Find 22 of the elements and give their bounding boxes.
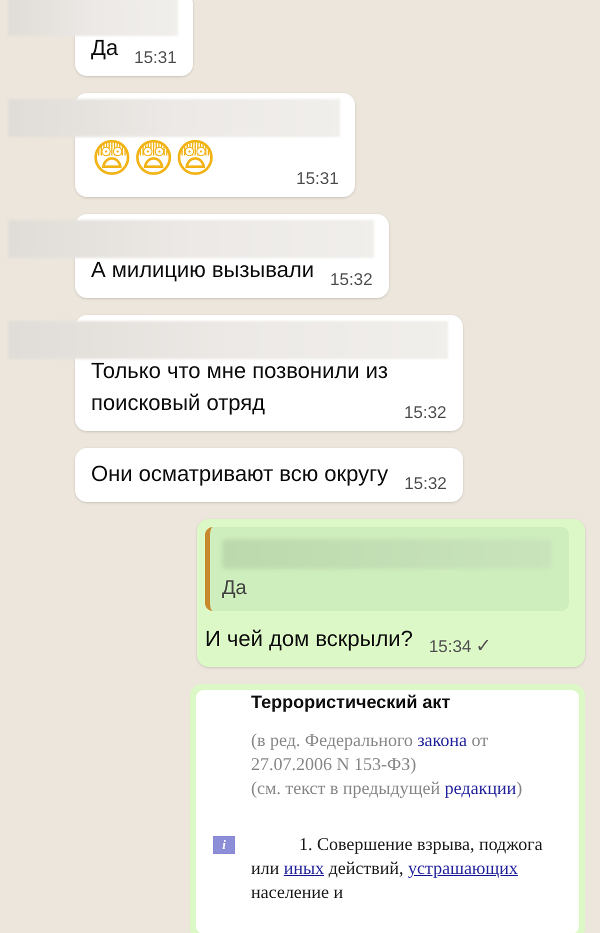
sent-check-icon: ✓ [475, 632, 492, 661]
message-time: 15:31 [296, 168, 339, 190]
document-paragraph: (см. текст в предыдущей редакции) [251, 777, 524, 800]
message-time: 15:32 [404, 402, 447, 424]
message-text: И чей дом вскрыли? [205, 625, 413, 653]
document-link[interactable]: редакции [444, 778, 516, 798]
document-link[interactable]: иных [284, 858, 324, 878]
message-text: А милицию вызывали [91, 256, 314, 284]
message-time: 15:32 [330, 268, 373, 290]
message-text: Они осматривают всю округу [91, 460, 388, 488]
message-text: Да [91, 34, 118, 62]
document-link[interactable]: закона [417, 730, 467, 750]
message-time: 15:32 [404, 472, 447, 494]
document-title: Террористический акт [251, 692, 452, 712]
message-time: 15:34 [428, 636, 472, 658]
message-time: 15:31 [134, 46, 177, 68]
message-text: 😨😨😨 [91, 135, 218, 184]
quoted-text: Да [222, 576, 248, 601]
document-link[interactable]: устрашающих [408, 858, 518, 878]
document-paragraph: (в ред. Федерального закона от 27.07.2006 N 153-ФЗ) [251, 729, 490, 776]
message-text: Только что мне позвонили из поисковый отряд [91, 357, 388, 417]
info-icon: i [213, 836, 235, 854]
